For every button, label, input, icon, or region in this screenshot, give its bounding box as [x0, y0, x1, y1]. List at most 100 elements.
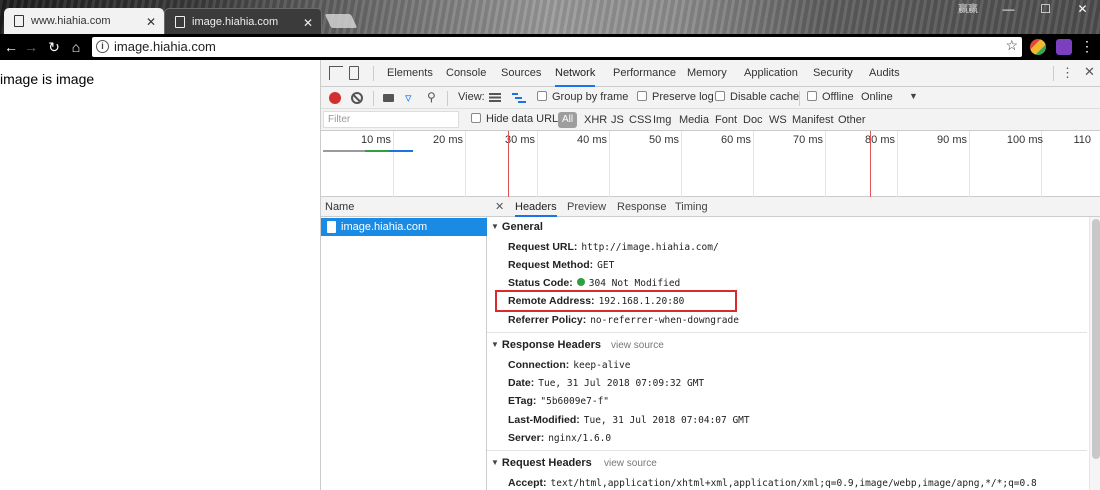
- browser-menu-icon[interactable]: ⋮: [1080, 38, 1094, 55]
- timeline-load-marker: [870, 131, 871, 197]
- hide-data-urls-checkbox[interactable]: Hide data URLs: [471, 113, 564, 125]
- waterfall-view-icon[interactable]: [512, 93, 526, 103]
- request-headers-section-toggle[interactable]: ▼ Request Headers: [491, 457, 592, 469]
- tab-application[interactable]: Application: [744, 60, 798, 87]
- checkbox[interactable]: [807, 91, 817, 101]
- filter-type-other[interactable]: Other: [838, 114, 866, 126]
- filter-type-xhr[interactable]: XHR: [584, 114, 607, 126]
- toolbar-divider: [373, 91, 374, 106]
- devtools-menu-icon[interactable]: ⋮: [1061, 65, 1074, 81]
- clear-icon[interactable]: [351, 92, 363, 104]
- checkbox[interactable]: [537, 91, 547, 101]
- filter-type-media[interactable]: Media: [679, 114, 709, 126]
- timeline-gridline: [465, 131, 466, 197]
- address-bar[interactable]: i image.hiahia.com ☆: [92, 37, 1022, 57]
- tab-performance[interactable]: Performance: [613, 60, 676, 87]
- close-window-button[interactable]: ✕: [1064, 0, 1100, 18]
- close-detail-icon[interactable]: ✕: [495, 200, 504, 213]
- detail-tab-bar: ✕ Headers Preview Response Timing: [487, 197, 1100, 217]
- tab-headers[interactable]: Headers: [515, 197, 557, 217]
- inspect-element-icon[interactable]: [329, 66, 343, 80]
- chevron-down-icon[interactable]: ▼: [909, 91, 918, 101]
- response-headers-section-toggle[interactable]: ▼ Response Headers: [491, 339, 601, 351]
- maximize-button[interactable]: ☐: [1027, 0, 1064, 18]
- filter-type-css[interactable]: CSS: [629, 114, 652, 126]
- address-url[interactable]: image.hiahia.com: [114, 39, 216, 54]
- checkbox[interactable]: [637, 91, 647, 101]
- request-headers-title: Request Headers: [501, 457, 592, 469]
- filter-type-doc[interactable]: Doc: [743, 114, 763, 126]
- extension-chrome-icon[interactable]: [1030, 39, 1046, 55]
- record-icon[interactable]: [329, 92, 341, 104]
- tab-elements[interactable]: Elements: [387, 60, 433, 87]
- timeline-tick-label: 10 ms: [361, 134, 391, 146]
- tab-www-hiahia[interactable]: www.hiahia.com ✕: [4, 8, 164, 34]
- tab-response[interactable]: Response: [617, 197, 667, 217]
- info-icon[interactable]: i: [96, 40, 109, 53]
- name-column-header[interactable]: Name: [321, 197, 487, 217]
- tab-memory[interactable]: Memory: [687, 60, 727, 87]
- header-row: Request URL: http://image.hiahia.com/: [508, 241, 719, 253]
- checkbox[interactable]: [471, 113, 481, 123]
- filter-input[interactable]: Filter: [323, 111, 459, 128]
- reload-icon[interactable]: ↻: [45, 38, 63, 56]
- timeline-gridline: [897, 131, 898, 197]
- network-overview-timeline[interactable]: 10 ms 20 ms 30 ms 40 ms 50 ms 60 ms 70 m…: [321, 131, 1100, 197]
- timeline-request-waiting-bar: [365, 150, 389, 152]
- general-section-toggle[interactable]: ▼ General: [491, 221, 543, 233]
- devtools-close-icon[interactable]: ✕: [1084, 64, 1095, 80]
- timeline-tick-label: 60 ms: [721, 134, 751, 146]
- filter-type-js[interactable]: JS: [611, 114, 624, 126]
- filter-type-all[interactable]: All: [558, 112, 578, 128]
- filter-type-img[interactable]: Img: [653, 114, 671, 126]
- offline-checkbox[interactable]: Offline: [807, 91, 854, 103]
- timeline-request-stalled-bar: [323, 150, 365, 152]
- bookmark-star-icon[interactable]: ☆: [1005, 37, 1018, 54]
- general-title: General: [501, 221, 543, 233]
- page-icon: [175, 15, 185, 28]
- back-arrow-icon[interactable]: ←: [2, 38, 20, 56]
- tab-close-icon[interactable]: ✕: [146, 15, 156, 29]
- device-toolbar-icon[interactable]: [349, 66, 359, 80]
- forward-arrow-icon[interactable]: →: [22, 38, 40, 56]
- response-headers-title: Response Headers: [501, 339, 601, 351]
- filter-icon[interactable]: ▿: [405, 90, 412, 106]
- timeline-tick-label: 30 ms: [505, 134, 535, 146]
- filter-type-font[interactable]: Font: [715, 114, 737, 126]
- tab-preview[interactable]: Preview: [567, 197, 606, 217]
- preserve-log-checkbox[interactable]: Preserve log: [637, 91, 714, 103]
- extension-icon[interactable]: [1056, 39, 1072, 55]
- tab-sources[interactable]: Sources: [501, 60, 541, 87]
- tab-title: image.hiahia.com: [192, 15, 279, 28]
- home-icon[interactable]: ⌂: [67, 38, 85, 56]
- request-detail-pane: ✕ Headers Preview Response Timing ▼ Gener…: [487, 197, 1100, 490]
- tab-audits[interactable]: Audits: [869, 60, 900, 87]
- tab-timing[interactable]: Timing: [675, 197, 708, 217]
- disable-cache-checkbox[interactable]: Disable cache: [715, 91, 799, 103]
- header-row: Request Method: GET: [508, 259, 615, 271]
- capture-screenshots-icon[interactable]: [383, 94, 394, 102]
- tab-close-icon[interactable]: ✕: [303, 16, 313, 30]
- view-source-link[interactable]: view source: [604, 458, 657, 469]
- search-icon[interactable]: ⚲: [427, 90, 436, 104]
- tab-image-hiahia[interactable]: image.hiahia.com ✕: [164, 8, 322, 34]
- tab-network[interactable]: Network: [555, 60, 596, 87]
- tab-title: www.hiahia.com: [31, 15, 111, 27]
- throttling-select[interactable]: Online: [861, 91, 893, 103]
- filter-type-ws[interactable]: WS: [769, 114, 787, 126]
- group-by-frame-checkbox[interactable]: Group by frame: [537, 91, 628, 103]
- tab-security[interactable]: Security: [813, 60, 853, 87]
- request-row[interactable]: image.hiahia.com: [321, 218, 487, 236]
- checkbox[interactable]: [715, 91, 725, 101]
- toolbar-divider: [373, 66, 374, 81]
- filter-type-manifest[interactable]: Manifest: [792, 114, 834, 126]
- view-source-link[interactable]: view source: [611, 340, 664, 351]
- timeline-tick-label: 40 ms: [577, 134, 607, 146]
- minimize-button[interactable]: —: [990, 0, 1027, 18]
- tab-console[interactable]: Console: [446, 60, 486, 87]
- scrollbar-thumb[interactable]: [1092, 219, 1100, 459]
- detail-scrollbar[interactable]: [1089, 217, 1100, 490]
- request-name: image.hiahia.com: [341, 221, 428, 233]
- group-by-frame-label: Group by frame: [552, 91, 629, 103]
- large-rows-icon[interactable]: [489, 93, 501, 102]
